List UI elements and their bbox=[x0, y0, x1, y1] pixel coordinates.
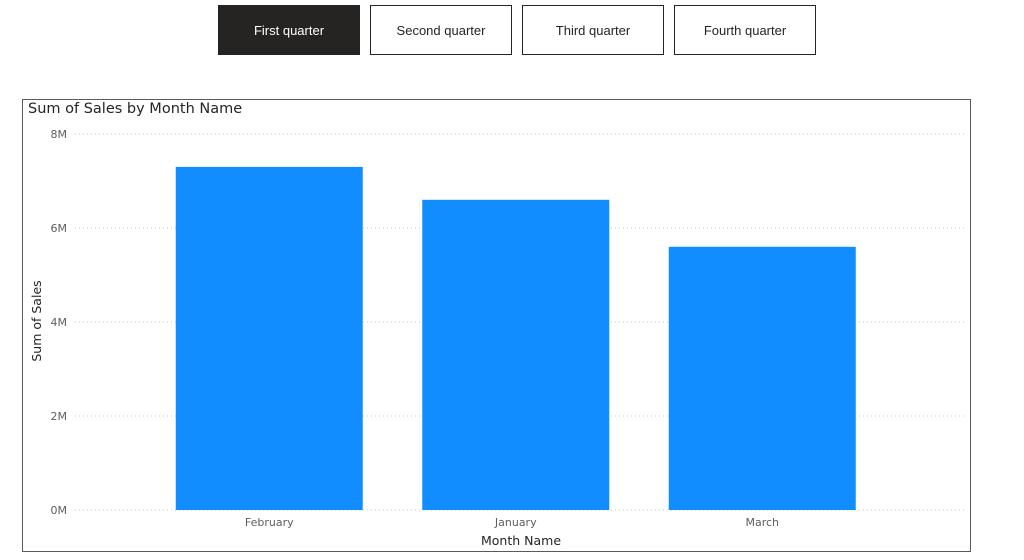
y-tick-label: 6M bbox=[51, 222, 68, 235]
slicer-button-fourth-quarter[interactable]: Fourth quarter bbox=[674, 5, 816, 55]
y-tick-label: 0M bbox=[51, 504, 68, 517]
y-tick-label: 4M bbox=[51, 316, 68, 329]
y-axis-ticks: 0M 2M 4M 6M 8M bbox=[51, 128, 68, 517]
bar-chart-visual[interactable]: Sum of Sales by Month Name 0M 2M 4M 6M 8M Fe… bbox=[22, 99, 971, 552]
x-tick-label: February bbox=[245, 516, 294, 529]
slicer-button-third-quarter[interactable]: Third quarter bbox=[522, 5, 664, 55]
x-axis-label: Month Name bbox=[481, 533, 561, 548]
quarter-slicer: First quarter Second quarter Third quart… bbox=[218, 5, 816, 55]
slicer-button-first-quarter[interactable]: First quarter bbox=[218, 5, 360, 55]
x-tick-label: January bbox=[494, 516, 537, 529]
chart-canvas: 0M 2M 4M 6M 8M February January March Month Na… bbox=[29, 128, 966, 548]
y-tick-label: 8M bbox=[51, 128, 68, 141]
x-axis-ticks: February January March bbox=[245, 516, 779, 529]
bars bbox=[175, 166, 856, 511]
y-axis-label: Sum of Sales bbox=[29, 280, 44, 361]
slicer-button-second-quarter[interactable]: Second quarter bbox=[370, 5, 512, 55]
bar-january[interactable] bbox=[422, 199, 610, 511]
y-tick-label: 2M bbox=[51, 410, 68, 423]
x-tick-label: March bbox=[745, 516, 779, 529]
bar-february[interactable] bbox=[175, 166, 363, 510]
bar-march[interactable] bbox=[668, 246, 856, 511]
